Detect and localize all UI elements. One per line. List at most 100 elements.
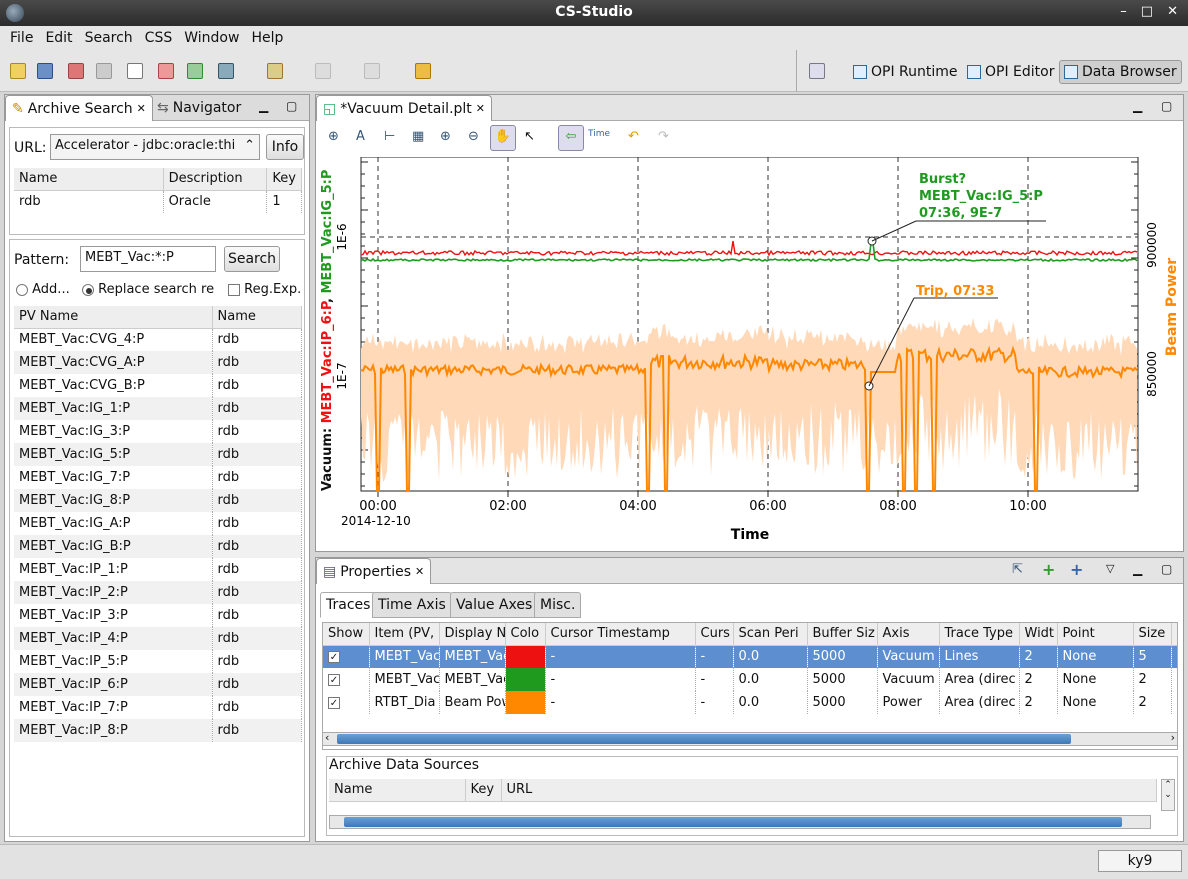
regexp-checkbox[interactable]: Reg.Exp.: [228, 282, 301, 297]
col-description[interactable]: Description: [163, 168, 268, 191]
url-select[interactable]: Accelerator - jdbc:oracle:thi ⌃: [50, 134, 260, 160]
table-row[interactable]: rdb Oracle 1: [14, 190, 302, 213]
col-name[interactable]: Name: [329, 779, 466, 802]
tab-vacuum-detail[interactable]: ◱ *Vacuum Detail.plt ✕: [316, 95, 493, 121]
export-icon[interactable]: ⇱: [1012, 562, 1023, 577]
minimize-button[interactable]: –: [1120, 4, 1127, 19]
list-item[interactable]: MEBT_Vac:IP_7:P rdb: [14, 696, 302, 719]
maximize-button[interactable]: □: [1141, 4, 1153, 19]
close-icon[interactable]: ✕: [137, 102, 146, 115]
time-config-icon[interactable]: Time: [588, 129, 610, 139]
tab-archive-search[interactable]: ✎ Archive Search ✕: [5, 95, 153, 121]
table-row[interactable]: ✓ MEBT_Vac MEBT_Vac - -0.0 5000 Vacuum Area (di…: [323, 668, 1177, 691]
subtab-traces[interactable]: Traces: [320, 592, 377, 618]
search-button[interactable]: Search: [224, 246, 280, 272]
list-item[interactable]: MEBT_Vac:IP_8:P rdb: [14, 719, 302, 742]
undo-icon[interactable]: ↶: [628, 129, 639, 144]
menu-edit[interactable]: Edit: [39, 30, 78, 46]
disabled-icon-2[interactable]: [364, 63, 380, 79]
perspective-data-browser[interactable]: Data Browser: [1059, 60, 1182, 84]
list-item[interactable]: MEBT_Vac:IG_1:P rdb: [14, 397, 302, 420]
chevron-left-icon[interactable]: ‹: [325, 731, 329, 744]
show-checkbox[interactable]: ✓: [323, 668, 370, 691]
list-item[interactable]: MEBT_Vac:IG_A:P rdb: [14, 512, 302, 535]
list-item[interactable]: MEBT_Vac:CVG_B:P rdb: [14, 374, 302, 397]
col-header[interactable]: Axis: [877, 623, 940, 646]
back-icon[interactable]: [415, 63, 431, 79]
list-item[interactable]: MEBT_Vac:IG_3:P rdb: [14, 420, 302, 443]
add-pv-icon[interactable]: +: [1042, 560, 1055, 579]
axis-icon[interactable]: ⊢: [384, 129, 395, 144]
tab-properties[interactable]: ▤ Properties ✕: [316, 558, 432, 584]
print-icon[interactable]: [68, 63, 84, 79]
menu-css[interactable]: CSS: [139, 30, 179, 46]
show-checkbox[interactable]: ✓: [323, 645, 370, 668]
zoom-in-icon[interactable]: ⊕: [440, 129, 451, 144]
menu-help[interactable]: Help: [245, 30, 289, 46]
list-item[interactable]: MEBT_Vac:IP_1:P rdb: [14, 558, 302, 581]
list-item[interactable]: MEBT_Vac:IP_5:P rdb: [14, 650, 302, 673]
info-button[interactable]: Info: [266, 134, 304, 160]
vertical-scrollbar[interactable]: ⌃ ⌄: [1161, 779, 1175, 811]
list-item[interactable]: MEBT_Vac:IG_B:P rdb: [14, 535, 302, 558]
subtab-value-axes[interactable]: Value Axes: [450, 592, 539, 618]
col-header[interactable]: Show: [323, 623, 370, 646]
probe-icon[interactable]: [267, 63, 283, 79]
col-key[interactable]: Key: [266, 168, 302, 191]
pan-icon[interactable]: ✋: [490, 125, 516, 151]
add-radio[interactable]: Add...: [16, 282, 70, 297]
col-name[interactable]: Name: [14, 168, 164, 191]
traces-horizontal-scrollbar[interactable]: ‹ ›: [322, 731, 1178, 746]
list-item[interactable]: MEBT_Vac:IP_2:P rdb: [14, 581, 302, 604]
col-header[interactable]: Size: [1133, 623, 1172, 646]
disabled-icon[interactable]: [315, 63, 331, 79]
col-header[interactable]: Cursor Timestamp: [545, 623, 696, 646]
col-header[interactable]: Curs: [695, 623, 734, 646]
list-item[interactable]: MEBT_Vac:IP_6:P rdb: [14, 673, 302, 696]
edit-icon[interactable]: [158, 63, 174, 79]
col-header[interactable]: Widt: [1019, 623, 1058, 646]
scroll-left-icon[interactable]: ⇦: [558, 125, 584, 151]
close-button[interactable]: ✕: [1167, 4, 1178, 19]
open-perspective-icon[interactable]: [809, 63, 825, 79]
minimize-view-button[interactable]: ▁: [1133, 562, 1142, 576]
minimize-view-button[interactable]: ▁: [1133, 99, 1142, 113]
col-header[interactable]: Display N: [439, 623, 506, 646]
list-item[interactable]: MEBT_Vac:IG_8:P rdb: [14, 489, 302, 512]
col-header[interactable]: Item (PV,: [369, 623, 440, 646]
scrollbar-thumb[interactable]: [344, 817, 1122, 827]
col-header[interactable]: Trace Type: [939, 623, 1020, 646]
text-axis-icon[interactable]: A: [356, 129, 365, 144]
menu-file[interactable]: File: [4, 30, 39, 46]
pattern-input[interactable]: MEBT_Vac:*:P: [80, 246, 216, 272]
save-icon[interactable]: [37, 63, 53, 79]
list-item[interactable]: MEBT_Vac:IP_3:P rdb: [14, 604, 302, 627]
zoom-out-icon[interactable]: ⊖: [468, 129, 479, 144]
col-header[interactable]: Buffer Siz: [807, 623, 878, 646]
col-header[interactable]: Colo: [505, 623, 546, 646]
undo-icon[interactable]: [96, 63, 112, 79]
pointer-icon[interactable]: ↖: [524, 129, 535, 144]
subtab-time-axis[interactable]: Time Axis: [372, 592, 452, 618]
col-pv-name[interactable]: PV Name: [14, 306, 213, 329]
subtab-misc[interactable]: Misc.: [534, 592, 582, 618]
maximize-view-button[interactable]: ▢: [286, 99, 297, 113]
col-name[interactable]: Name: [212, 306, 302, 329]
list-item[interactable]: MEBT_Vac:IG_5:P rdb: [14, 443, 302, 466]
col-header[interactable]: Point: [1057, 623, 1134, 646]
show-checkbox[interactable]: ✓: [323, 691, 370, 714]
add-formula-icon[interactable]: +: [1070, 560, 1083, 579]
table-row[interactable]: ✓ MEBT_Vac MEBT_Vac - -0.0 5000 Vacuum Lines 2 No…: [323, 645, 1177, 668]
col-header[interactable]: F: [1171, 623, 1177, 646]
perspective-opi-runtime[interactable]: OPI Runtime: [849, 60, 962, 84]
list-item[interactable]: MEBT_Vac:IG_7:P rdb: [14, 466, 302, 489]
list-item[interactable]: MEBT_Vac:CVG_A:P rdb: [14, 351, 302, 374]
new-icon[interactable]: [10, 63, 26, 79]
graph-icon[interactable]: ▦: [412, 129, 424, 144]
maximize-view-button[interactable]: ▢: [1161, 562, 1172, 576]
view-menu-icon[interactable]: ▽: [1106, 562, 1114, 575]
minimize-view-button[interactable]: ▁: [259, 99, 268, 113]
list-item[interactable]: MEBT_Vac:CVG_4:P rdb: [14, 328, 302, 351]
plot-area[interactable]: 00:00 02:00 04:00 06:00 08:00 10:00 2014-12-10…: [316, 156, 1183, 551]
databrowser-icon[interactable]: [218, 63, 234, 79]
